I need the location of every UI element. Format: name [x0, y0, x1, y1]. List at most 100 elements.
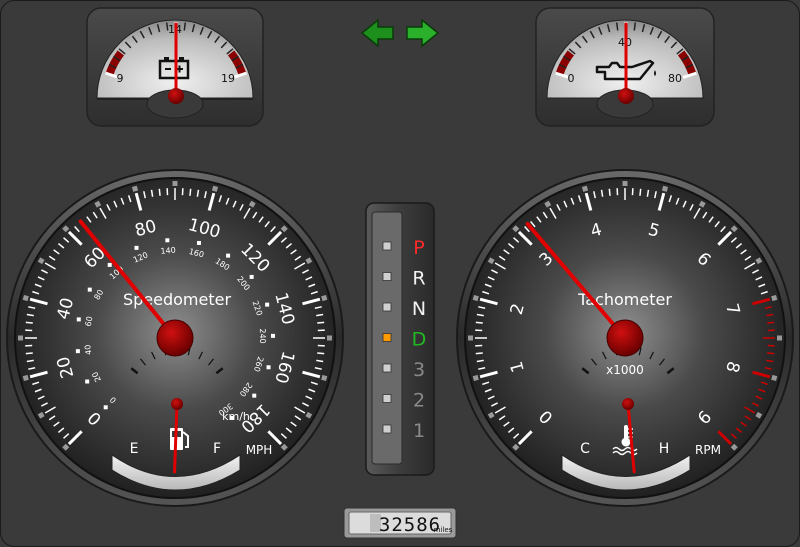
speedometer-kmh-label: 140 [160, 246, 176, 256]
speedometer-outer-marker [22, 374, 29, 382]
fuel-full-label: F [213, 441, 221, 457]
fuel-empty-label: E [130, 441, 139, 457]
tachometer-outer-marker [661, 185, 669, 192]
speedometer-kmh-tick [266, 365, 271, 370]
tachometer-outer-marker [698, 200, 706, 208]
tachometer-outer-marker [755, 411, 763, 419]
speedometer-outer-marker [305, 257, 313, 265]
speedometer-tick [317, 352, 325, 355]
gear-label-3[interactable]: 3 [413, 359, 425, 381]
speedometer-needle-cap [156, 319, 194, 357]
speedometer-outer-marker [94, 200, 102, 208]
odometer-digits: 32586 [379, 514, 441, 536]
gear-indicator-p [382, 241, 392, 251]
gear-label-2[interactable]: 2 [413, 390, 425, 412]
speedometer-kmh-tick [249, 274, 254, 279]
tachometer-needle-cap [606, 319, 644, 357]
rpm-unit-label: RPM [695, 443, 721, 457]
gear-label-r[interactable]: R [412, 268, 425, 290]
speedometer-outer-marker [321, 294, 328, 302]
tachometer-outer-marker [730, 225, 738, 233]
speedometer-outer-marker [37, 257, 45, 265]
gear-indicator-n [382, 302, 392, 312]
speedometer-tick [25, 321, 33, 324]
speedometer-outer-marker [280, 225, 288, 233]
speedometer-kmh-tick [76, 317, 81, 322]
tachometer-tick [608, 188, 611, 196]
speedometer-outer-marker [248, 200, 256, 208]
speedometer-tick [158, 188, 161, 196]
temp-cold-label: C [580, 441, 590, 457]
speedometer-kmh-tick [270, 333, 275, 338]
gear-label-1[interactable]: 1 [413, 420, 425, 442]
battery-gauge: 9 14 19 [86, 7, 264, 127]
gear-label-d[interactable]: D [412, 329, 427, 351]
gear-indicator-r [382, 272, 392, 281]
tachometer-outer-marker [771, 374, 778, 382]
tachometer-tick [475, 321, 483, 324]
odometer: 32586 miles [343, 507, 457, 539]
gear-indicator-1 [382, 424, 392, 434]
speedometer-outer-marker [22, 294, 29, 302]
speedometer-outer-marker [321, 374, 328, 382]
tachometer-outer-marker [487, 411, 495, 419]
odometer-unit: miles [434, 526, 453, 534]
oil-needle-cap [618, 88, 634, 104]
temperature-needle-cap [622, 398, 634, 410]
dashboard-panel: 9 14 19 0 40 80 020406080100120140160180… [0, 0, 800, 547]
oil-pressure-gauge: 0 40 80 [535, 7, 715, 127]
tachometer-outer-marker [512, 443, 520, 451]
tachometer-outer-marker [487, 257, 495, 265]
speedometer-outer-marker [211, 185, 219, 192]
speedometer-tick [317, 321, 325, 324]
tachometer-tick [767, 321, 775, 324]
kmh-unit-label: km/h [222, 410, 250, 423]
tachometer-outer-marker [755, 257, 763, 265]
speedometer-tick [189, 188, 192, 196]
tachometer-tick [639, 188, 642, 196]
mph-unit-label: MPH [246, 443, 273, 457]
tachometer-tick [767, 352, 775, 355]
speedometer-kmh-tick [103, 405, 108, 410]
fuel-needle-cap [171, 398, 183, 410]
tachometer-outer-marker [771, 294, 778, 302]
speedometer-kmh-tick [85, 379, 90, 384]
speedometer-kmh-tick [75, 349, 80, 354]
temp-hot-label: H [659, 441, 670, 457]
battery-min-label: 9 [117, 72, 124, 85]
gear-indicator-3 [382, 363, 392, 373]
gear-indicator-2 [382, 394, 392, 403]
tachometer-outer-marker [472, 294, 479, 302]
gauge-tick [633, 22, 637, 31]
oil-max-label: 80 [668, 72, 682, 85]
gear-label-n[interactable]: N [412, 298, 426, 320]
speedometer-outer-marker [62, 443, 70, 451]
speedometer-outer-marker [305, 411, 313, 419]
tachometer-gauge: 01234 56789 Tachometer x1000 C H RPM [456, 169, 794, 507]
speedometer-kmh-tick [252, 393, 257, 398]
speedometer-kmh-label: 240 [258, 328, 267, 343]
tachometer-outer-marker [730, 443, 738, 451]
rpm-multiplier-label: x1000 [606, 363, 644, 377]
tachometer-outer-marker [581, 185, 589, 192]
speedometer-outer-marker [37, 411, 45, 419]
gear-label-p[interactable]: P [413, 237, 424, 259]
gauge-tick [183, 22, 187, 31]
speedometer-outer-marker [62, 225, 70, 233]
speedometer-kmh-label: 40 [83, 344, 93, 355]
battery-max-label: 19 [221, 72, 235, 85]
speedometer-kmh-tick [226, 253, 231, 258]
gauge-tick [615, 22, 619, 31]
speedometer-kmh-tick [165, 238, 170, 243]
speedometer-outer-marker [131, 185, 139, 192]
speedometer-kmh-tick [265, 302, 270, 307]
tachometer-outer-marker [544, 200, 552, 208]
speedometer-kmh-tick [134, 245, 139, 250]
gear-selector: PRND 3 2 1 [365, 202, 435, 476]
tachometer-tick [475, 352, 483, 355]
oil-min-label: 0 [568, 72, 575, 85]
gear-indicator-d [382, 333, 392, 342]
tachometer-outer-marker [472, 374, 479, 382]
battery-needle-cap [168, 88, 184, 104]
speedometer-tick [25, 352, 33, 355]
